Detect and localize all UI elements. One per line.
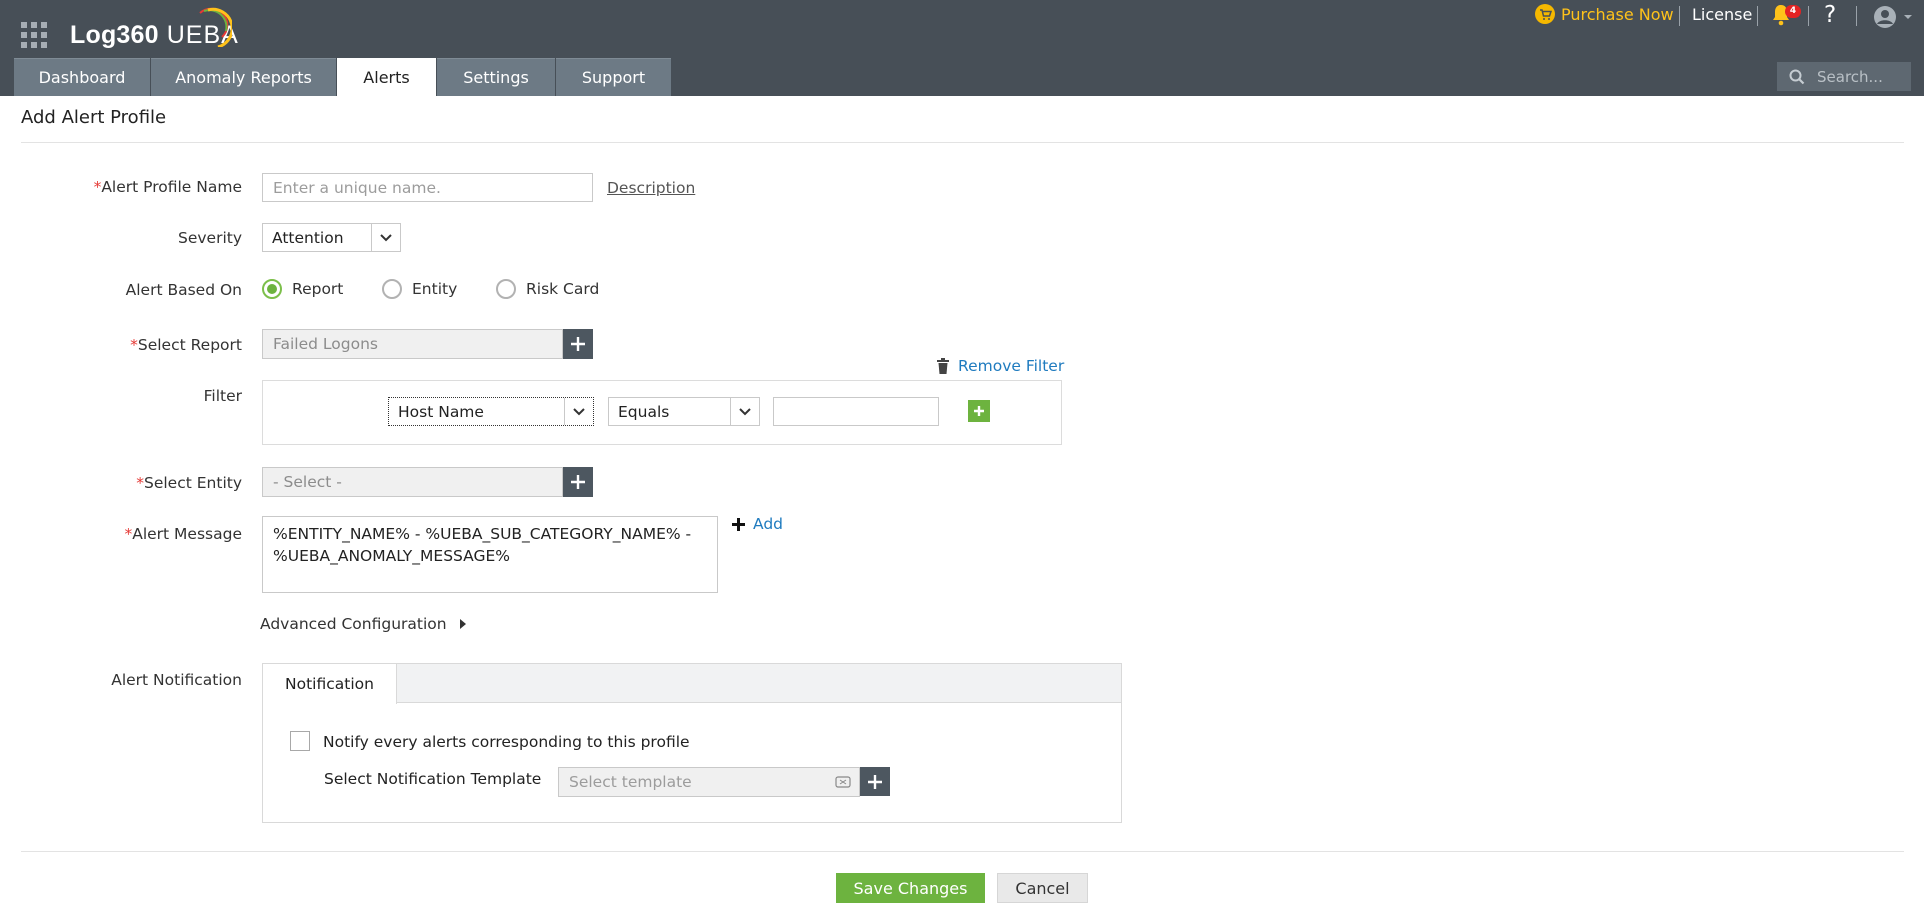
profile-name-input[interactable] [262,173,593,202]
trash-icon [937,358,949,374]
header-divider [1757,6,1758,26]
tab-dashboard[interactable]: Dashboard [14,58,150,96]
tab-alerts[interactable]: Alerts [337,58,436,96]
based-on-label: Alert Based On [125,281,242,299]
cart-icon [1535,4,1555,24]
select-report-field[interactable]: Failed Logons [262,329,563,359]
caret-right-icon [459,619,466,629]
search-icon [1789,69,1805,84]
license-link[interactable]: License [1692,5,1752,24]
brand-arc-icon [199,7,232,47]
plus-icon [974,406,984,416]
tab-support[interactable]: Support [556,58,671,96]
template-label: Select Notification Template [324,770,542,788]
filter-value-input[interactable] [773,397,939,426]
advanced-configuration-toggle[interactable]: Advanced Configuration [260,615,467,633]
notification-count-badge: 4 [1785,5,1801,18]
header-divider [1808,6,1809,26]
radio-risk-card[interactable]: Risk Card [496,279,599,299]
tab-settings[interactable]: Settings [437,58,555,96]
filter-operator-select[interactable]: Equals [608,397,760,426]
filter-label: Filter [203,387,242,405]
radio-entity[interactable]: Entity [382,279,457,299]
template-select-field[interactable]: Select template [558,767,860,797]
purchase-now-link[interactable]: Purchase Now [1535,4,1674,24]
app-grid-icon[interactable] [21,22,47,48]
footer-divider [21,851,1904,852]
add-template-button[interactable] [860,767,890,796]
severity-label: Severity [177,229,242,247]
help-icon[interactable]: ? [1824,2,1836,28]
add-filter-button[interactable] [968,400,990,422]
page-title: Add Alert Profile [21,107,167,128]
user-menu-button[interactable] [1872,4,1918,30]
radio-risk-card-label: Risk Card [526,280,600,298]
user-avatar-icon [1874,6,1912,28]
select-report-label: *Select Report [130,336,242,354]
add-macro-label: Add [753,515,784,533]
header-divider [1679,6,1680,26]
top-header: Log360 UEBA Purchase Now License 4 ? Das… [0,0,1924,96]
chevron-down-icon [730,398,759,425]
chevron-down-icon [564,398,593,425]
alert-message-label: *Alert Message [124,525,242,543]
title-divider [21,142,1904,143]
select-entity-field[interactable]: - Select - [262,467,563,497]
alert-notification-label: Alert Notification [111,671,242,689]
global-search[interactable] [1777,62,1911,91]
add-macro-link[interactable]: Add [732,515,783,533]
search-input[interactable] [1815,66,1907,87]
filter-operator-value: Equals [618,402,670,421]
severity-selected-value: Attention [272,228,344,247]
notify-every-checkbox[interactable] [290,731,310,751]
plus-icon [732,517,745,531]
radio-report[interactable]: Report [262,279,343,299]
template-placeholder: Select template [569,773,692,791]
brand-primary: Log360 [70,20,159,49]
template-picker-icon [835,776,851,788]
notify-every-label: Notify every alerts corresponding to thi… [323,733,690,751]
advanced-configuration-label: Advanced Configuration [260,615,447,633]
remove-filter-link[interactable]: Remove Filter [936,357,1064,375]
radio-entity-label: Entity [412,280,458,298]
plus-icon [868,774,882,789]
cancel-button[interactable]: Cancel [997,873,1088,903]
radio-unchecked-icon [382,279,402,299]
notification-bell-button[interactable]: 4 [1770,3,1804,29]
tab-notification[interactable]: Notification [263,664,397,704]
plus-icon [571,337,585,351]
radio-report-label: Report [292,280,344,298]
radio-checked-icon [262,279,282,299]
select-entity-label: *Select Entity [136,474,242,492]
profile-name-label: *Alert Profile Name [93,178,242,196]
add-report-button[interactable] [563,329,593,359]
remove-filter-label: Remove Filter [958,357,1065,375]
chevron-down-icon [371,224,400,251]
plus-icon [571,475,585,489]
add-entity-button[interactable] [563,467,593,497]
alert-message-textarea[interactable] [262,516,718,593]
filter-field-value: Host Name [398,402,484,421]
notification-panel: Notification Notify every alerts corresp… [262,663,1122,823]
radio-unchecked-icon [496,279,516,299]
tab-anomaly-reports[interactable]: Anomaly Reports [151,58,336,96]
purchase-label: Purchase Now [1561,4,1674,24]
header-divider [1856,6,1857,26]
filter-field-select[interactable]: Host Name [388,397,594,426]
severity-select[interactable]: Attention [262,223,401,252]
main-tab-bar: Dashboard Anomaly Reports Alerts Setting… [14,58,672,96]
save-changes-button[interactable]: Save Changes [836,873,985,903]
description-link[interactable]: Description [607,179,695,197]
